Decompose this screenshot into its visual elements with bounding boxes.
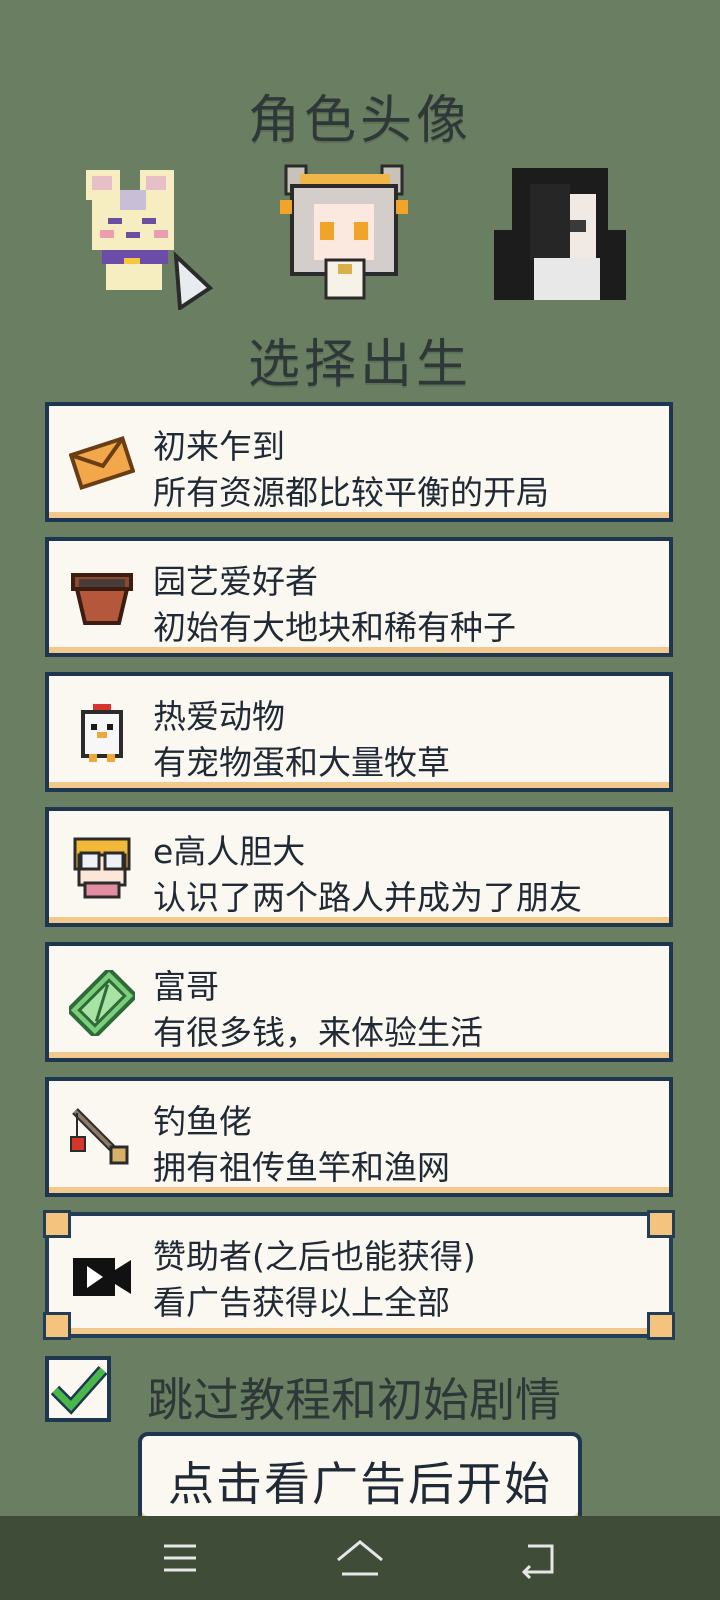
black-hair-girl-avatar[interactable] [490, 160, 640, 310]
envelope-icon [68, 430, 136, 496]
money-icon [65, 966, 139, 1040]
option-title: 园艺爱好者 [153, 562, 318, 601]
option-title: 钓鱼佬 [153, 1102, 252, 1141]
option-description: 初始有大地块和稀有种子 [153, 608, 516, 647]
option-title: 富哥 [153, 967, 219, 1006]
start-button[interactable]: 点击看广告后开始 [138, 1432, 582, 1528]
birth-option-rich[interactable]: 富哥 有很多钱，来体验生活 [45, 942, 673, 1062]
birth-option-animal-lover[interactable]: 热爱动物 有宠物蛋和大量牧草 [45, 672, 673, 792]
avatar-row [0, 160, 720, 312]
birth-option-newcomer[interactable]: 初来乍到 所有资源都比较平衡的开局 [45, 402, 673, 522]
skip-tutorial-checkbox[interactable] [45, 1356, 111, 1422]
back-icon[interactable] [510, 1534, 570, 1582]
birth-option-fisherman[interactable]: 钓鱼佬 拥有祖传鱼竿和渔网 [45, 1077, 673, 1197]
bear-avatar[interactable] [78, 160, 228, 312]
option-description: 看广告获得以上全部 [153, 1283, 450, 1322]
checkmark-icon [50, 1366, 108, 1415]
corner-decoration [647, 1210, 675, 1238]
corner-decoration [647, 1312, 675, 1340]
flower-pot-icon [69, 565, 135, 631]
birth-option-sponsor[interactable]: 赞助者(之后也能获得) 看广告获得以上全部 [43, 1210, 675, 1340]
option-description: 有很多钱，来体验生活 [153, 1013, 483, 1052]
menu-icon[interactable] [150, 1534, 210, 1582]
birth-option-bold[interactable]: e高人胆大 认识了两个路人并成为了朋友 [45, 807, 673, 927]
option-title: 热爱动物 [153, 697, 285, 736]
option-description: 所有资源都比较平衡的开局 [153, 473, 549, 512]
fishing-rod-icon [69, 1105, 135, 1171]
birth-section-title: 选择出生 [247, 335, 472, 395]
corner-decoration [43, 1210, 71, 1238]
skip-tutorial-toggle[interactable]: 跳过教程和初始剧情 [45, 1356, 685, 1428]
avatar-section-title: 角色头像 [247, 91, 472, 151]
corner-decoration [43, 1312, 71, 1340]
option-description: 拥有祖传鱼竿和渔网 [153, 1148, 450, 1187]
birth-option-gardener[interactable]: 园艺爱好者 初始有大地块和稀有种子 [45, 537, 673, 657]
home-icon[interactable] [330, 1534, 390, 1582]
option-title: e高人胆大 [153, 832, 306, 871]
chicken-icon [69, 700, 135, 766]
option-title: 初来乍到 [153, 427, 285, 466]
option-description: 有宠物蛋和大量牧草 [153, 743, 450, 782]
option-description: 认识了两个路人并成为了朋友 [153, 878, 582, 917]
option-title: 赞助者(之后也能获得) [153, 1237, 476, 1276]
white-hair-girl-avatar[interactable] [272, 160, 422, 310]
skip-tutorial-label: 跳过教程和初始剧情 [147, 1373, 561, 1427]
character-face-icon [69, 835, 135, 901]
video-ad-icon [69, 1244, 135, 1310]
system-navigation-bar [0, 1516, 720, 1600]
start-button-label: 点击看广告后开始 [168, 1457, 552, 1511]
